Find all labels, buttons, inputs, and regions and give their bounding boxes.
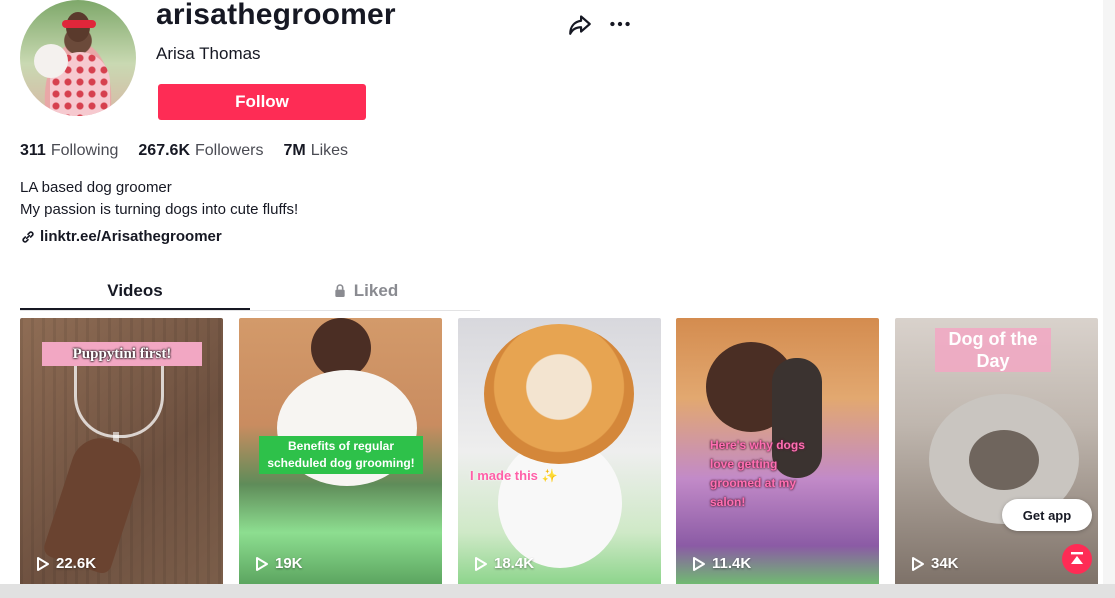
profile-tabs: Videos Liked	[20, 274, 480, 311]
dog-face	[969, 430, 1039, 490]
stat-likes-label: Likes	[310, 142, 349, 159]
profile-full-name: Arisa Thomas	[156, 44, 261, 63]
play-icon	[912, 556, 924, 571]
share-icon	[569, 15, 591, 35]
avatar-glasses	[62, 20, 96, 28]
video-views: 22.6K	[36, 555, 96, 572]
play-icon	[475, 556, 487, 571]
video-card[interactable]: I made this ✨ 18.4K	[458, 318, 661, 586]
stat-followers[interactable]: 267.6K Followers	[138, 142, 263, 160]
active-tab-indicator	[20, 308, 250, 310]
video-views: 11.4K	[692, 555, 751, 572]
pomeranian-head	[484, 324, 634, 464]
profile-bio: LA based dog groomer My passion is turni…	[20, 177, 298, 221]
tab-liked-label: Liked	[353, 281, 399, 300]
stat-likes: 7M Likes	[283, 142, 348, 160]
avatar-dog	[34, 44, 68, 78]
more-icon	[610, 21, 630, 27]
profile-username: arisathegroomer	[156, 0, 396, 31]
follow-button[interactable]: Follow	[158, 84, 366, 120]
back-to-top-icon	[1071, 552, 1083, 564]
share-button[interactable]	[566, 10, 594, 38]
play-icon	[37, 556, 49, 571]
video-caption: Benefits of regular scheduled dog groomi…	[259, 436, 423, 474]
profile-link-text: linktr.ee/Arisathegroomer	[40, 228, 222, 245]
video-caption: I made this ✨	[470, 468, 558, 483]
video-card[interactable]: Benefits of regular scheduled dog groomi…	[239, 318, 442, 586]
stat-following-count: 311	[20, 142, 46, 159]
stat-followers-label: Followers	[195, 142, 264, 159]
vertical-scrollbar[interactable]	[1103, 0, 1115, 584]
video-view-count: 22.6K	[56, 555, 97, 572]
profile-stats: 311 Following 267.6K Followers 7M Likes	[20, 142, 348, 160]
play-icon	[256, 556, 268, 571]
video-caption: Here's why dogs love getting groomed at …	[710, 438, 805, 509]
video-grid: Puppytini first! 22.6K Benefits of regul…	[20, 318, 1100, 588]
video-view-count: 11.4K	[712, 555, 752, 572]
video-views: 34K	[911, 555, 959, 572]
stat-followers-count: 267.6K	[138, 142, 190, 159]
groomer-figure	[311, 318, 371, 378]
video-card[interactable]: Puppytini first! 22.6K	[20, 318, 223, 586]
video-views: 18.4K	[474, 555, 534, 572]
stat-likes-count: 7M	[283, 142, 306, 159]
video-view-count: 19K	[275, 555, 303, 572]
video-caption: Dog of the Day	[935, 328, 1051, 372]
play-icon	[693, 556, 705, 571]
hand	[41, 430, 149, 576]
video-card[interactable]: Here's why dogs love getting groomed at …	[676, 318, 879, 586]
video-view-count: 18.4K	[494, 555, 535, 572]
stat-following-label: Following	[50, 142, 119, 159]
stat-following[interactable]: 311 Following	[20, 142, 118, 160]
tab-videos[interactable]: Videos	[20, 274, 250, 308]
bio-line-1: LA based dog groomer	[20, 179, 172, 196]
profile-link[interactable]: linktr.ee/Arisathegroomer	[20, 228, 222, 245]
back-to-top-button[interactable]	[1062, 544, 1092, 574]
tab-liked[interactable]: Liked	[250, 274, 480, 308]
video-views: 19K	[255, 555, 303, 572]
cocktail-glass	[74, 362, 164, 438]
tab-videos-label: Videos	[107, 281, 163, 300]
bio-line-2: My passion is turning dogs into cute flu…	[20, 201, 299, 218]
more-options-button[interactable]	[606, 10, 634, 38]
get-app-button[interactable]: Get app	[1002, 499, 1092, 531]
lock-icon	[335, 284, 345, 297]
horizontal-scrollbar[interactable]	[0, 584, 1115, 598]
video-caption: Puppytini first!	[42, 342, 202, 366]
profile-avatar[interactable]	[20, 0, 136, 116]
video-view-count: 34K	[931, 555, 959, 572]
link-icon	[22, 230, 34, 243]
